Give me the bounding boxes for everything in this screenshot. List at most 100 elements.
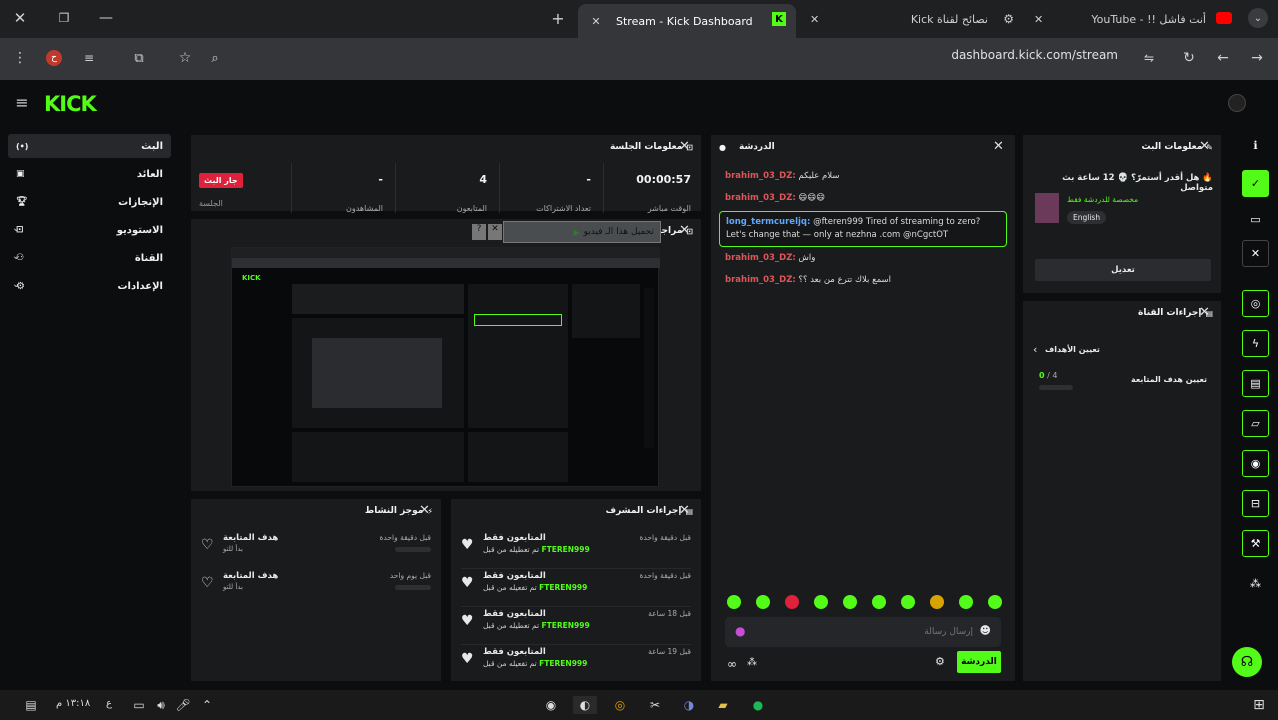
help-icon[interactable]: ? xyxy=(472,224,486,240)
chat-username[interactable]: brahim_03_DZ: xyxy=(725,253,796,263)
notes-icon[interactable]: ▤ xyxy=(1242,370,1269,397)
media-control-icon[interactable]: ≡ xyxy=(80,49,98,67)
info-icon[interactable]: ℹ xyxy=(1242,132,1269,159)
emote[interactable] xyxy=(785,595,799,609)
camera-icon[interactable]: ◎ xyxy=(1242,290,1269,317)
extensions-icon[interactable]: ⧉ xyxy=(130,49,148,67)
close-icon[interactable]: ✕ xyxy=(679,139,690,154)
url-text[interactable]: dashboard.kick.com/stream xyxy=(951,48,1118,62)
chat-message-field[interactable] xyxy=(773,623,973,641)
chevron-up-icon[interactable]: ⌃ xyxy=(198,696,216,714)
window-close-icon[interactable]: ✕ xyxy=(10,8,30,28)
tab-close-icon[interactable]: ✕ xyxy=(1034,13,1043,26)
new-tab-icon[interactable]: + xyxy=(548,8,568,28)
download-video-button[interactable]: ▶ تحميل هذا الـ فيديو ? ✕ xyxy=(472,221,661,243)
emoji-icon[interactable]: ☻ xyxy=(980,624,991,637)
bookmark-star-icon[interactable]: ☆ xyxy=(176,49,194,67)
send-chat-button[interactable]: الدردشة xyxy=(957,651,1001,673)
mod-user[interactable]: FTEREN999 xyxy=(539,583,587,592)
sidebar-item-channel[interactable]: ⚇ القناة xyxy=(8,246,171,270)
microphone-icon[interactable]: 🎤︎ xyxy=(174,696,192,714)
mod-user[interactable]: FTEREN999 xyxy=(542,621,590,630)
zoom-search-icon[interactable]: ⌕ xyxy=(206,49,224,67)
chat-users-icon[interactable]: ∞ xyxy=(727,657,737,671)
site-settings-icon[interactable]: ⇋ xyxy=(1140,49,1158,67)
obs-icon[interactable]: ◉ xyxy=(542,696,560,714)
mod-icon[interactable]: ⊟ xyxy=(1242,490,1269,517)
user-avatar[interactable] xyxy=(1228,94,1246,112)
close-icon[interactable]: ✕ xyxy=(679,503,690,518)
chrome-icon[interactable]: ◎ xyxy=(611,696,629,714)
window-minimize-icon[interactable]: — xyxy=(96,8,116,28)
close-icon[interactable]: ✕ xyxy=(488,224,502,240)
network-icon[interactable]: ⁂ xyxy=(1242,570,1269,597)
file-explorer-icon[interactable]: ▰ xyxy=(714,696,732,714)
edit-stream-button[interactable]: تعديل xyxy=(1035,259,1211,281)
check-icon[interactable]: ✓ xyxy=(1242,170,1269,197)
emote[interactable] xyxy=(930,595,944,609)
emote[interactable] xyxy=(988,595,1002,609)
chat-username[interactable]: brahim_03_DZ: xyxy=(725,193,796,203)
tab-stream-dashboard[interactable]: ✕ Stream - Kick Dashboard K xyxy=(578,4,796,38)
capcut-icon[interactable]: ✂ xyxy=(646,696,664,714)
layout-icon[interactable]: ▭ xyxy=(1242,206,1269,233)
menu-dots-icon[interactable]: ⋮ xyxy=(12,48,28,68)
mod-user[interactable]: FTEREN999 xyxy=(539,659,587,668)
lightning-icon[interactable]: ϟ xyxy=(1242,330,1269,357)
sidebar-item-settings[interactable]: ⚙ الإعدادات xyxy=(8,274,171,298)
emote[interactable] xyxy=(872,595,886,609)
chevron-left-icon[interactable]: ‹ xyxy=(1033,343,1037,356)
window-restore-icon[interactable]: ❐ xyxy=(54,8,74,28)
close-icon[interactable]: ✕ xyxy=(1199,305,1210,320)
mod-user[interactable]: FTEREN999 xyxy=(542,545,590,554)
sidebar-item-revenue[interactable]: ▣ العائد xyxy=(8,162,171,186)
close-icon[interactable]: ✕ xyxy=(679,223,690,238)
support-icon[interactable]: ☊ xyxy=(1232,647,1262,677)
windows-start-icon[interactable]: ⊞ xyxy=(1250,696,1268,714)
sidebar-item-stream[interactable]: (•) البث xyxy=(8,134,171,158)
stream-video-preview[interactable]: KICK xyxy=(231,247,660,487)
back-arrow-icon[interactable]: ← xyxy=(1214,49,1232,67)
notifications-icon[interactable]: ▤ xyxy=(22,696,40,714)
tab-search-chevron-icon[interactable]: ⌄ xyxy=(1248,8,1268,28)
forward-arrow-icon[interactable]: → xyxy=(1248,49,1266,67)
emote[interactable] xyxy=(901,595,915,609)
tab-close-icon[interactable]: ✕ xyxy=(810,13,819,26)
kick-logo[interactable]: KICK xyxy=(44,92,97,116)
tab-youtube[interactable]: ✕ أنت فاشل !! - YouTube xyxy=(1030,6,1238,32)
chat-input[interactable]: ● ☻ xyxy=(725,617,1001,647)
spotify-icon[interactable]: ● xyxy=(749,696,767,714)
close-icon[interactable]: ✕ xyxy=(1242,240,1269,267)
tab-kick-tips[interactable]: ✕ نصائح لقناة Kick ⚙ xyxy=(806,6,1020,32)
profile-avatar[interactable]: ح xyxy=(46,50,62,66)
emote[interactable] xyxy=(756,595,770,609)
network-icon[interactable]: ▭ xyxy=(130,696,148,714)
mic-icon[interactable]: ● xyxy=(735,624,745,638)
emote[interactable] xyxy=(727,595,741,609)
close-icon[interactable]: ✕ xyxy=(1199,139,1210,154)
discord-icon[interactable]: ◑ xyxy=(680,696,698,714)
goals-header[interactable]: تعيين الأهداف xyxy=(1045,345,1100,354)
chat-username[interactable]: brahim_03_DZ: xyxy=(725,171,796,181)
clock-time[interactable]: ١٣:١٨ م xyxy=(56,698,90,709)
sidebar-item-achievements[interactable]: 🏆︎ الإنجازات xyxy=(8,190,171,214)
tab-close-icon[interactable]: ✕ xyxy=(586,15,606,28)
close-icon[interactable]: ✕ xyxy=(419,503,430,518)
goal-label[interactable]: تعيين هدف المتابعة xyxy=(1131,375,1207,384)
gear-icon[interactable]: ⚙ xyxy=(935,655,945,668)
close-icon[interactable]: ✕ xyxy=(993,139,1004,154)
emote[interactable] xyxy=(843,595,857,609)
chat-username[interactable]: long_termcureljq: xyxy=(726,217,810,227)
chat-settings-dots-icon[interactable]: ⁂ xyxy=(747,657,757,668)
language-indicator[interactable]: ع xyxy=(106,698,112,709)
sidebar-item-studio[interactable]: ⊡ الاستوديو xyxy=(8,218,171,242)
category-thumbnail[interactable] xyxy=(1035,193,1059,223)
chat-icon[interactable]: ▱ xyxy=(1242,410,1269,437)
emote[interactable] xyxy=(959,595,973,609)
wrench-icon[interactable]: ⚒ xyxy=(1242,530,1269,557)
stream-category[interactable]: مخصصة للدردشة فقط xyxy=(1067,195,1138,204)
hamburger-menu-icon[interactable]: ≡ xyxy=(12,92,32,112)
chat-username[interactable]: brahim_03_DZ: xyxy=(725,275,796,285)
emote[interactable] xyxy=(814,595,828,609)
browser-edge-icon[interactable]: ◐ xyxy=(573,696,597,714)
